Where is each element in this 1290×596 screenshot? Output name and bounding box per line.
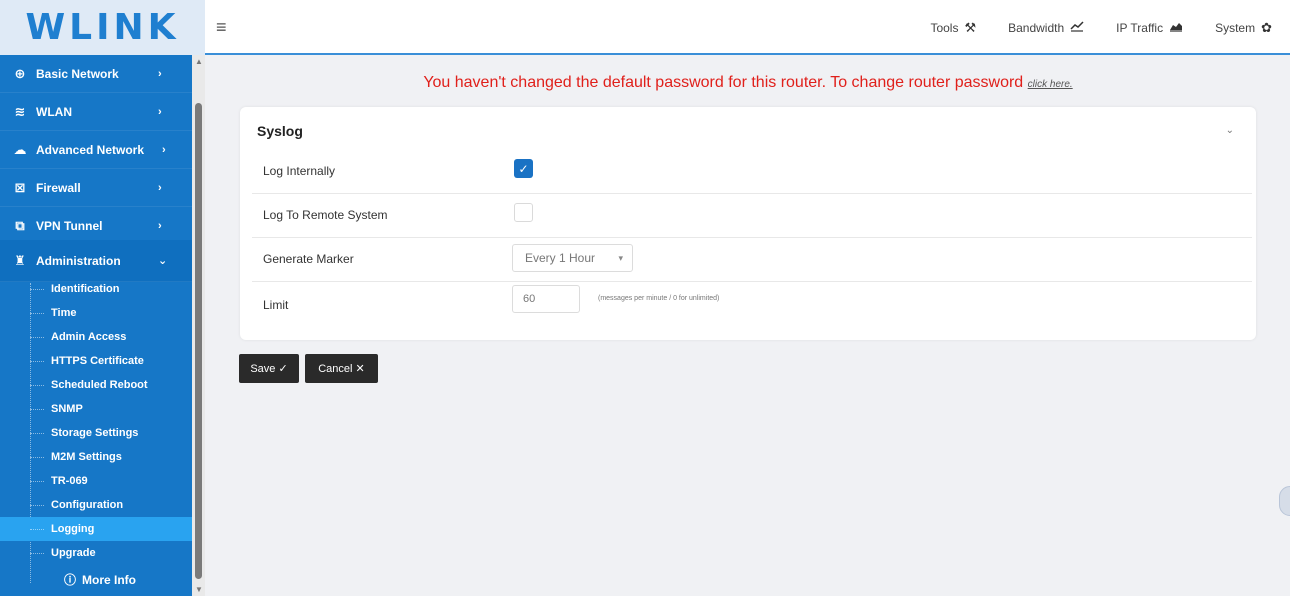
generate-marker-value: Every 1 Hour bbox=[525, 251, 596, 265]
warning-text: You haven't changed the default password… bbox=[423, 74, 1024, 91]
nav-bandwidth-label: Bandwidth bbox=[1008, 20, 1065, 35]
menu-toggle-icon[interactable]: ≡ bbox=[216, 17, 227, 38]
generate-marker-label: Generate Marker bbox=[263, 252, 354, 266]
chevron-right-icon: › bbox=[158, 219, 162, 232]
sidebar-item-label: WLAN bbox=[36, 104, 72, 119]
change-password-link[interactable]: click here. bbox=[1028, 79, 1073, 90]
sidebar-item-basic-network[interactable]: ⊕ Basic Network › bbox=[0, 55, 192, 93]
sidebar-item-label: Firewall bbox=[36, 180, 81, 195]
chevron-right-icon: › bbox=[158, 67, 162, 80]
firewall-icon: ⊠ bbox=[14, 179, 26, 195]
limit-label: Limit bbox=[263, 298, 289, 312]
nav-bandwidth[interactable]: Bandwidth bbox=[1008, 20, 1084, 35]
chevron-down-icon: ▾ bbox=[618, 252, 623, 263]
sidebar-item-wlan[interactable]: ≋ WLAN › bbox=[0, 93, 192, 131]
sidebar-subitem-upgrade[interactable]: Upgrade bbox=[0, 541, 192, 565]
log-remote-checkbox[interactable] bbox=[514, 203, 533, 222]
sidebar-item-advanced-network[interactable]: ☁ Advanced Network › bbox=[0, 131, 192, 169]
chevron-right-icon: › bbox=[158, 181, 162, 194]
wifi-icon: ≋ bbox=[14, 103, 26, 119]
admin-icon: ♜ bbox=[14, 252, 26, 268]
limit-hint: (messages per minute / 0 for unlimited) bbox=[598, 295, 720, 302]
log-internally-row: Log Internally ✓ bbox=[252, 149, 1252, 194]
vpn-icon: ⧉ bbox=[15, 217, 25, 233]
network-icon: ☁ bbox=[13, 141, 27, 157]
default-password-warning: You haven't changed the default password… bbox=[218, 74, 1278, 92]
sidebar-subitem-snmp[interactable]: SNMP bbox=[0, 397, 192, 421]
sidebar-subitem-logging[interactable]: Logging bbox=[0, 517, 192, 541]
limit-row: Limit (messages per minute / 0 for unlim… bbox=[252, 283, 1252, 327]
sidebar: ⊕ Basic Network › ≋ WLAN › ☁ Advanced Ne… bbox=[0, 55, 205, 596]
chevron-right-icon: › bbox=[158, 105, 162, 118]
top-nav: Tools ⚒ Bandwidth IP Traffic System ✿ bbox=[930, 0, 1272, 55]
nav-system-label: System bbox=[1215, 20, 1256, 35]
sidebar-subitem-storage-settings[interactable]: Storage Settings bbox=[0, 421, 192, 445]
nav-system[interactable]: System ✿ bbox=[1215, 20, 1272, 36]
log-remote-label: Log To Remote System bbox=[263, 208, 388, 222]
chevron-down-icon[interactable]: ⌄ bbox=[1226, 125, 1234, 136]
log-internally-label: Log Internally bbox=[263, 164, 336, 178]
globe-icon: ⊕ bbox=[14, 65, 26, 81]
chevron-right-icon: › bbox=[162, 143, 166, 156]
syslog-card: Syslog ⌄ Log Internally ✓ Log To Remote … bbox=[240, 107, 1256, 340]
generate-marker-select[interactable]: Every 1 Hour ▾ bbox=[512, 244, 633, 272]
limit-input[interactable] bbox=[512, 285, 580, 313]
sidebar-item-administration[interactable]: ♜ Administration ⌄ bbox=[0, 240, 192, 282]
sidebar-item-label: Administration bbox=[36, 253, 121, 268]
card-title: Syslog bbox=[257, 123, 303, 139]
sidebar-item-label: VPN Tunnel bbox=[36, 218, 103, 233]
sidebar-item-label: Advanced Network bbox=[36, 142, 145, 157]
sidebar-subitem-https-certificate[interactable]: HTTPS Certificate bbox=[0, 349, 192, 373]
scrollbar-thumb[interactable] bbox=[195, 103, 202, 579]
sidebar-subitem-tr-069[interactable]: TR-069 bbox=[0, 469, 192, 493]
logo[interactable]: WLINK bbox=[0, 0, 205, 55]
sidebar-subitem-scheduled-reboot[interactable]: Scheduled Reboot bbox=[0, 373, 192, 397]
sidebar-subitem-identification[interactable]: Identification bbox=[0, 277, 192, 301]
nav-tools[interactable]: Tools ⚒ bbox=[930, 20, 976, 36]
nav-ip-traffic-label: IP Traffic bbox=[1116, 20, 1164, 35]
scroll-down-icon[interactable]: ▼ bbox=[195, 585, 203, 594]
sidebar-subitem-m2m-settings[interactable]: M2M Settings bbox=[0, 445, 192, 469]
tools-icon: ⚒ bbox=[964, 19, 977, 35]
save-button[interactable]: Save ✓ bbox=[239, 354, 299, 383]
log-internally-checkbox[interactable]: ✓ bbox=[514, 159, 533, 178]
chevron-down-icon: ⌄ bbox=[158, 255, 168, 267]
sidebar-subitem-configuration[interactable]: Configuration bbox=[0, 493, 192, 517]
cancel-button[interactable]: Cancel ✕ bbox=[305, 354, 378, 383]
log-remote-row: Log To Remote System bbox=[252, 193, 1252, 238]
sidebar-scrollbar[interactable]: ▲ ▼ bbox=[192, 55, 205, 596]
more-info-label: More Info bbox=[82, 572, 137, 587]
nav-ip-traffic[interactable]: IP Traffic bbox=[1116, 20, 1183, 35]
nav-tools-label: Tools bbox=[930, 20, 959, 35]
info-icon: ⓘ bbox=[64, 573, 77, 587]
scroll-up-icon[interactable]: ▲ bbox=[195, 57, 203, 66]
sidebar-item-label: Basic Network bbox=[36, 66, 119, 81]
sidebar-subitem-time[interactable]: Time bbox=[0, 301, 192, 325]
top-bar: WLINK ≡ Tools ⚒ Bandwidth IP Traffic Sys… bbox=[0, 0, 1290, 55]
gear-icon: ✿ bbox=[1261, 19, 1272, 35]
generate-marker-row: Generate Marker Every 1 Hour ▾ bbox=[252, 237, 1252, 282]
floating-help-widget[interactable] bbox=[1279, 486, 1290, 516]
line-chart-icon bbox=[1070, 20, 1084, 35]
sidebar-item-firewall[interactable]: ⊠ Firewall › bbox=[0, 169, 192, 207]
more-info-link[interactable]: ⓘ More Info bbox=[64, 571, 136, 588]
area-chart-icon bbox=[1169, 20, 1183, 35]
sidebar-subitem-admin-access[interactable]: Admin Access bbox=[0, 325, 192, 349]
logo-text: WLINK bbox=[25, 7, 180, 48]
